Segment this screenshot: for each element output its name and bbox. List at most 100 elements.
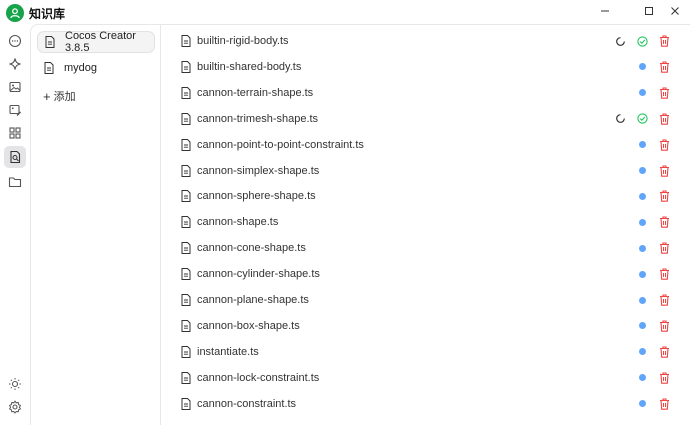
document-icon xyxy=(181,60,191,73)
file-row[interactable]: cannon-box-shape.ts xyxy=(181,314,671,338)
image-edit-icon xyxy=(9,104,21,116)
file-name: cannon-sphere-shape.ts xyxy=(197,190,316,203)
delete-icon[interactable] xyxy=(657,34,671,48)
maximize-icon xyxy=(645,7,653,15)
file-name: cannon-box-shape.ts xyxy=(197,319,300,332)
delete-icon[interactable] xyxy=(657,397,671,411)
delete-icon[interactable] xyxy=(657,86,671,100)
nav-image-edit[interactable] xyxy=(4,99,26,121)
delete-icon[interactable] xyxy=(657,345,671,359)
delete-icon[interactable] xyxy=(657,215,671,229)
check-circle-icon xyxy=(635,34,649,48)
image-icon xyxy=(9,81,21,93)
nav-assistant[interactable] xyxy=(4,53,26,75)
file-row[interactable]: cannon-constraint.ts xyxy=(181,392,671,416)
kb-item-cocos-creator[interactable]: Cocos Creator 3.8.5 xyxy=(37,30,155,54)
document-icon xyxy=(181,164,191,177)
file-row[interactable]: cannon-simplex-shape.ts xyxy=(181,159,671,183)
file-row[interactable]: cannon-point-to-point-constraint.ts xyxy=(181,133,671,157)
file-name: cannon-cone-shape.ts xyxy=(197,242,306,255)
close-button[interactable] xyxy=(664,2,686,20)
document-icon xyxy=(181,216,191,229)
avatar[interactable] xyxy=(6,4,24,22)
status-dot xyxy=(635,215,649,229)
status-dot xyxy=(635,267,649,281)
kb-item-mydog[interactable]: mydog xyxy=(37,57,155,79)
status-dot xyxy=(635,293,649,307)
nav-images[interactable] xyxy=(4,76,26,98)
file-row[interactable]: cannon-sphere-shape.ts xyxy=(181,184,671,208)
status-dot xyxy=(635,138,649,152)
status-dot xyxy=(635,189,649,203)
settings-button[interactable] xyxy=(4,396,26,418)
delete-icon[interactable] xyxy=(657,112,671,126)
delete-icon[interactable] xyxy=(657,189,671,203)
status-dot xyxy=(635,60,649,74)
minimize-button[interactable] xyxy=(594,2,616,20)
document-icon xyxy=(181,397,191,410)
add-knowledge-base-button[interactable]: + 添加 xyxy=(43,88,76,104)
app-title: 知识库 xyxy=(29,7,66,21)
document-icon xyxy=(181,294,191,306)
status-dot xyxy=(635,164,649,178)
status-dot xyxy=(635,345,649,359)
file-name: cannon-simplex-shape.ts xyxy=(197,164,320,177)
file-name: cannon-shape.ts xyxy=(197,216,279,229)
file-row[interactable]: builtin-shared-body.ts xyxy=(181,55,671,79)
file-row[interactable]: cannon-cylinder-shape.ts xyxy=(181,262,671,286)
document-icon xyxy=(181,345,191,358)
file-name: cannon-point-to-point-constraint.ts xyxy=(197,138,364,151)
document-icon xyxy=(181,190,191,203)
file-row[interactable]: cannon-terrain-shape.ts xyxy=(181,81,671,105)
kb-item-label: mydog xyxy=(64,62,98,74)
document-icon xyxy=(181,138,191,151)
refresh-icon[interactable] xyxy=(613,112,627,126)
delete-icon[interactable] xyxy=(657,241,671,255)
close-icon xyxy=(671,7,679,15)
delete-icon[interactable] xyxy=(657,138,671,152)
status-dot xyxy=(635,86,649,100)
status-dot xyxy=(635,319,649,333)
file-row[interactable]: cannon-plane-shape.ts xyxy=(181,288,671,312)
chat-icon xyxy=(8,34,22,48)
document-icon xyxy=(45,36,55,48)
add-label: 添加 xyxy=(53,91,76,103)
nav-files[interactable] xyxy=(4,171,26,193)
delete-icon[interactable] xyxy=(657,60,671,74)
file-row[interactable]: builtin-rigid-body.ts xyxy=(181,29,671,53)
file-row[interactable]: cannon-lock-constraint.ts xyxy=(181,366,671,390)
delete-icon[interactable] xyxy=(657,319,671,333)
refresh-icon[interactable] xyxy=(613,34,627,48)
file-row[interactable]: instantiate.ts xyxy=(181,340,671,364)
status-dot xyxy=(635,371,649,385)
file-name: cannon-constraint.ts xyxy=(197,397,297,410)
file-row[interactable]: cannon-shape.ts xyxy=(181,210,671,234)
nav-apps[interactable] xyxy=(4,122,26,144)
delete-icon[interactable] xyxy=(657,267,671,281)
apps-icon xyxy=(9,127,21,139)
nav-knowledge[interactable] xyxy=(4,146,26,168)
document-icon xyxy=(181,319,191,332)
document-icon xyxy=(181,371,191,384)
delete-icon[interactable] xyxy=(657,371,671,385)
file-name: cannon-cylinder-shape.ts xyxy=(197,268,320,281)
maximize-button[interactable] xyxy=(638,2,660,20)
plus-icon: + xyxy=(43,88,51,104)
delete-icon[interactable] xyxy=(657,164,671,178)
file-row[interactable]: cannon-trimesh-shape.ts xyxy=(181,107,671,131)
delete-icon[interactable] xyxy=(657,293,671,307)
nav-chat[interactable] xyxy=(4,30,26,52)
file-row[interactable]: cannon-cone-shape.ts xyxy=(181,236,671,260)
title-bar: 知识库 xyxy=(0,0,690,24)
document-icon xyxy=(181,242,191,255)
gear-icon xyxy=(8,400,22,414)
status-dot xyxy=(635,397,649,411)
knowledge-icon xyxy=(10,150,21,164)
document-icon xyxy=(181,268,191,281)
nav-rail xyxy=(0,24,30,425)
file-name: cannon-lock-constraint.ts xyxy=(197,371,320,384)
file-name: instantiate.ts xyxy=(197,345,259,358)
file-name: builtin-rigid-body.ts xyxy=(197,35,289,47)
theme-toggle[interactable] xyxy=(4,373,26,395)
file-name: cannon-terrain-shape.ts xyxy=(197,86,314,99)
